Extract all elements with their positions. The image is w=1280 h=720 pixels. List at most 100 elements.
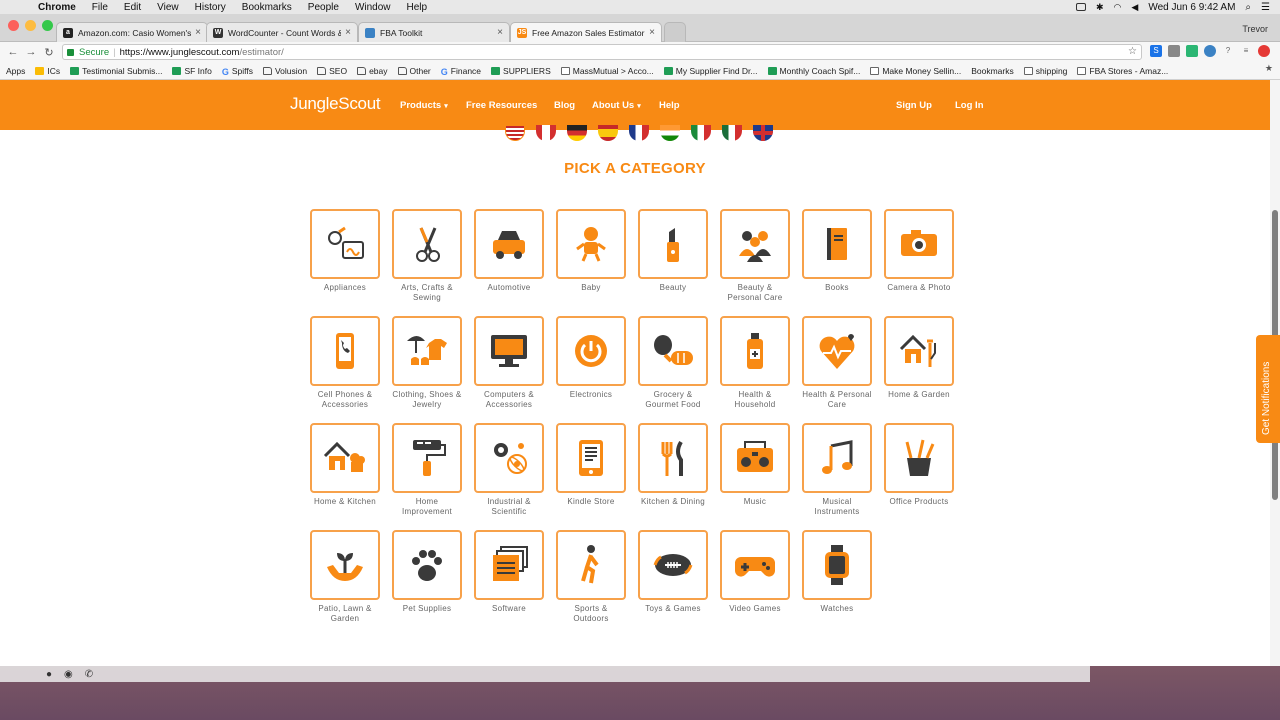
- extension-help-icon[interactable]: ?: [1222, 45, 1234, 57]
- category-item[interactable]: Automotive: [474, 209, 546, 293]
- back-icon[interactable]: ←: [4, 46, 22, 58]
- notification-center-icon[interactable]: ☰: [1261, 2, 1270, 13]
- bookmark-star-icon[interactable]: ☆: [1128, 46, 1137, 57]
- category-card[interactable]: [392, 209, 462, 279]
- reload-icon[interactable]: ↻: [40, 46, 58, 59]
- category-card[interactable]: [638, 423, 708, 493]
- get-notifications-tab[interactable]: Get Notifications: [1256, 335, 1280, 443]
- category-item[interactable]: Music: [720, 423, 792, 507]
- category-card[interactable]: [720, 316, 790, 386]
- spotlight-icon[interactable]: ⌕: [1245, 2, 1251, 13]
- bookmark-supplier-find[interactable]: My Supplier Find Dr...: [663, 66, 758, 76]
- menu-view[interactable]: View: [149, 2, 187, 13]
- close-window-button[interactable]: [8, 20, 19, 31]
- category-card[interactable]: [310, 423, 380, 493]
- bookmark-volusion[interactable]: Volusion: [262, 66, 307, 76]
- nav-help[interactable]: Help: [659, 100, 680, 111]
- category-item[interactable]: Books: [802, 209, 874, 293]
- category-card[interactable]: [474, 209, 544, 279]
- close-icon[interactable]: ×: [195, 27, 201, 38]
- close-icon[interactable]: ×: [649, 27, 655, 38]
- bookmark-spiffs[interactable]: G Spiffs: [222, 66, 253, 77]
- category-card[interactable]: [392, 423, 462, 493]
- bookmark-sf-info[interactable]: SF Info: [172, 66, 212, 76]
- bookmark-shipping[interactable]: shipping: [1023, 66, 1067, 76]
- bookmark-suppliers[interactable]: SUPPLIERS: [491, 66, 551, 76]
- category-item[interactable]: Arts, Crafts & Sewing: [392, 209, 464, 303]
- flag-mexico-icon[interactable]: [722, 125, 742, 141]
- category-item[interactable]: Pet Supplies: [392, 530, 464, 614]
- bookmark-testimonial[interactable]: Testimonial Submis...: [70, 66, 162, 76]
- bookmark-other[interactable]: Other: [397, 66, 431, 76]
- extension-s-icon[interactable]: S: [1150, 45, 1162, 57]
- category-card[interactable]: [638, 316, 708, 386]
- category-item[interactable]: Cell Phones & Accessories: [310, 316, 382, 410]
- menu-history[interactable]: History: [187, 2, 234, 13]
- nav-free-resources[interactable]: Free Resources: [466, 100, 537, 111]
- category-card[interactable]: [884, 209, 954, 279]
- bookmark-massmutual[interactable]: MassMutual > Acco...: [560, 66, 654, 76]
- bookmark-bookmarks[interactable]: ★ Bookmarks: [971, 63, 1273, 76]
- category-item[interactable]: Toys & Games: [638, 530, 710, 614]
- flag-uk-icon[interactable]: [753, 125, 773, 141]
- category-item[interactable]: Industrial & Scientific: [474, 423, 546, 517]
- zoom-window-button[interactable]: [42, 20, 53, 31]
- category-item[interactable]: Electronics: [556, 316, 628, 400]
- category-card[interactable]: [802, 209, 872, 279]
- category-item[interactable]: Clothing, Shoes & Jewelry: [392, 316, 464, 410]
- sign-up-link[interactable]: Sign Up: [896, 100, 932, 111]
- bookmark-finance[interactable]: G Finance: [441, 66, 481, 77]
- volume-icon[interactable]: ◀: [1131, 2, 1138, 13]
- bookmark-make-money[interactable]: Make Money Sellin...: [870, 66, 961, 76]
- jungle-scout-logo[interactable]: JungleScout: [290, 94, 381, 114]
- bluetooth-icon[interactable]: ✱: [1096, 2, 1104, 13]
- category-item[interactable]: Baby: [556, 209, 628, 293]
- display-icon[interactable]: [1076, 3, 1086, 11]
- address-bar[interactable]: Secure | https://www.junglescout.com/est…: [62, 44, 1142, 60]
- minimize-window-button[interactable]: [25, 20, 36, 31]
- category-card[interactable]: [884, 316, 954, 386]
- category-card[interactable]: [720, 530, 790, 600]
- category-item[interactable]: Computers & Accessories: [474, 316, 546, 410]
- category-card[interactable]: [556, 530, 626, 600]
- category-item[interactable]: Home & Garden: [884, 316, 956, 400]
- log-in-link[interactable]: Log In: [955, 100, 984, 111]
- extension-green-icon[interactable]: [1186, 45, 1198, 57]
- menu-app-name[interactable]: Chrome: [30, 2, 84, 13]
- menu-bookmarks[interactable]: Bookmarks: [234, 2, 300, 13]
- category-card[interactable]: [474, 316, 544, 386]
- category-item[interactable]: Beauty: [638, 209, 710, 293]
- extension-red-icon[interactable]: [1258, 45, 1270, 57]
- category-card[interactable]: [720, 423, 790, 493]
- bookmark-fba-stores[interactable]: FBA Stores - Amaz...: [1077, 66, 1168, 76]
- category-item[interactable]: Software: [474, 530, 546, 614]
- nav-products[interactable]: Products ▾: [400, 100, 448, 111]
- tab-fba-toolkit[interactable]: FBA Toolkit ×: [358, 22, 510, 42]
- menu-window[interactable]: Window: [347, 2, 399, 13]
- category-card[interactable]: [638, 530, 708, 600]
- category-card[interactable]: [802, 423, 872, 493]
- nav-blog[interactable]: Blog: [554, 100, 575, 111]
- category-item[interactable]: Home Improvement: [392, 423, 464, 517]
- category-item[interactable]: Health & Household: [720, 316, 792, 410]
- tab-sales-estimator[interactable]: JS Free Amazon Sales Estimator ×: [510, 22, 662, 42]
- category-item[interactable]: Patio, Lawn & Garden: [310, 530, 382, 624]
- category-item[interactable]: Kindle Store: [556, 423, 628, 507]
- category-card[interactable]: [720, 209, 790, 279]
- new-tab-button[interactable]: [664, 22, 686, 42]
- category-item[interactable]: Musical Instruments: [802, 423, 874, 517]
- category-card[interactable]: [884, 423, 954, 493]
- nav-about-us[interactable]: About Us ▾: [592, 100, 641, 111]
- category-item[interactable]: Health & Personal Care: [802, 316, 874, 410]
- bookmark-ics[interactable]: ICs: [35, 66, 60, 76]
- category-card[interactable]: [802, 316, 872, 386]
- flag-france-icon[interactable]: [629, 125, 649, 141]
- flag-italy-icon[interactable]: [691, 125, 711, 141]
- category-item[interactable]: Sports & Outdoors: [556, 530, 628, 624]
- bookmark-seo[interactable]: SEO: [317, 66, 347, 76]
- category-item[interactable]: Beauty & Personal Care: [720, 209, 792, 303]
- menu-help[interactable]: Help: [399, 2, 436, 13]
- category-item[interactable]: Grocery & Gourmet Food: [638, 316, 710, 410]
- wifi-icon[interactable]: ◠: [1114, 2, 1122, 13]
- extension-gray-icon[interactable]: [1168, 45, 1180, 57]
